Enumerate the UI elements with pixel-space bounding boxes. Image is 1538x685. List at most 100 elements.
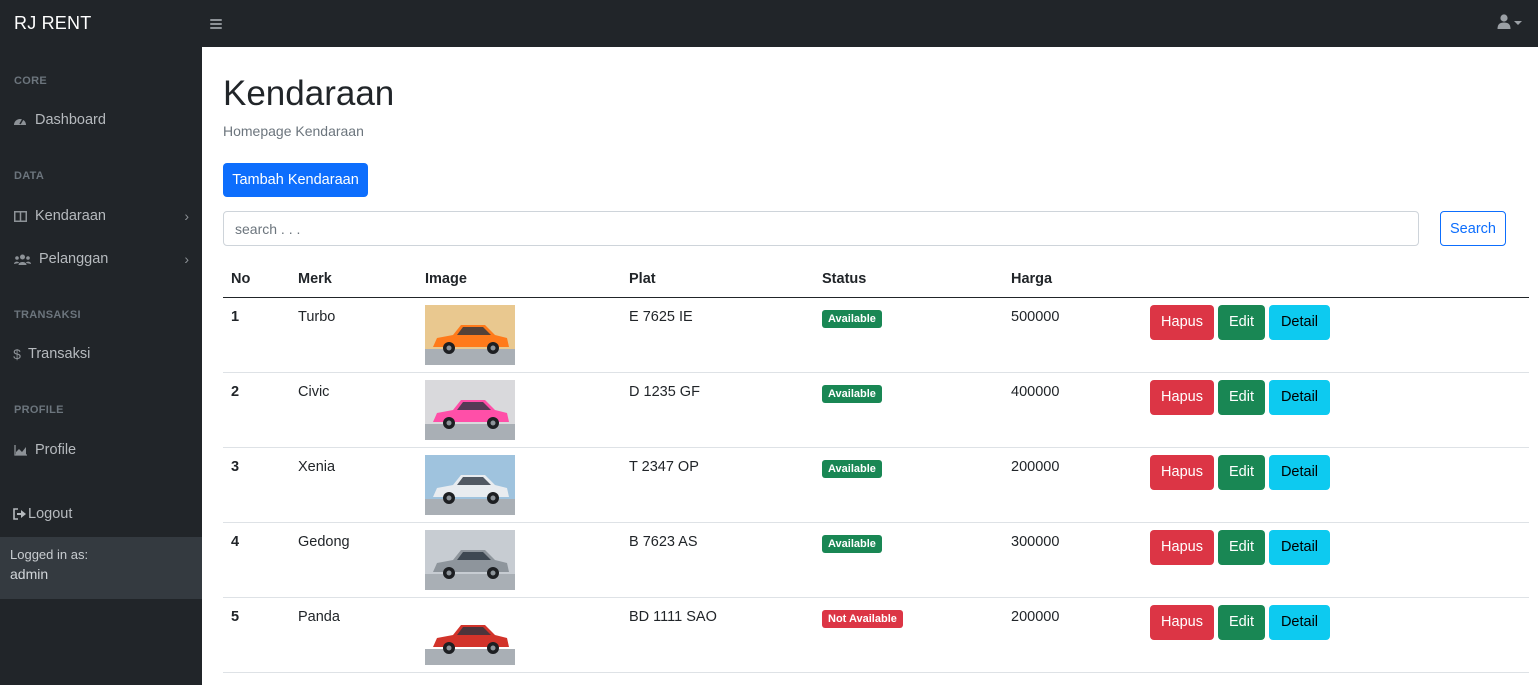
sidebar-item-dashboard[interactable]: Dashboard bbox=[13, 112, 189, 128]
column-header-actions bbox=[1115, 261, 1529, 298]
add-vehicle-button[interactable]: Tambah Kendaraan bbox=[223, 163, 368, 197]
vehicle-image[interactable] bbox=[425, 379, 515, 440]
cell-no: 1 bbox=[223, 297, 290, 373]
breadcrumb: Homepage Kendaraan bbox=[223, 123, 364, 139]
status-badge: Available bbox=[822, 459, 882, 478]
vehicle-image[interactable] bbox=[425, 604, 515, 665]
sidebar-toggle-icon[interactable] bbox=[210, 18, 222, 29]
delete-button[interactable]: Hapus bbox=[1150, 529, 1214, 565]
brand-title[interactable]: RJ RENT bbox=[0, 13, 202, 34]
cell-harga: 300000 bbox=[1003, 522, 1115, 598]
search-input[interactable] bbox=[223, 211, 1419, 246]
table-row: 4 Gedong B 7623 AS Available 300000 Hapu… bbox=[223, 522, 1529, 598]
vehicle-image[interactable] bbox=[425, 304, 515, 365]
cell-merk: Panda bbox=[290, 597, 417, 673]
cell-status: Available bbox=[814, 297, 1003, 373]
delete-button[interactable]: Hapus bbox=[1150, 604, 1214, 640]
cell-plat: D 1235 GF bbox=[621, 372, 814, 448]
table-row: 3 Xenia T 2347 OP Available 200000 Hapus… bbox=[223, 447, 1529, 523]
search-button[interactable]: Search bbox=[1440, 211, 1506, 246]
cell-actions: Hapus Edit Detail bbox=[1115, 597, 1529, 673]
vehicle-image[interactable] bbox=[425, 454, 515, 515]
delete-button[interactable]: Hapus bbox=[1150, 454, 1214, 490]
detail-button[interactable]: Detail bbox=[1269, 379, 1330, 415]
detail-button[interactable]: Detail bbox=[1269, 304, 1330, 340]
sidebar-item-label: Pelanggan bbox=[39, 251, 109, 267]
sidebar-item-label: Kendaraan bbox=[35, 208, 106, 224]
edit-button[interactable]: Edit bbox=[1218, 304, 1265, 340]
sidebar-heading-data: DATA bbox=[14, 170, 45, 182]
column-header-no: No bbox=[223, 261, 290, 298]
cell-harga: 200000 bbox=[1003, 447, 1115, 523]
logged-in-label: Logged in as: bbox=[10, 547, 89, 562]
cell-no: 5 bbox=[223, 597, 290, 673]
edit-button[interactable]: Edit bbox=[1218, 529, 1265, 565]
cell-merk: Turbo bbox=[290, 297, 417, 373]
sidebar-heading-profile: PROFILE bbox=[14, 404, 64, 416]
user-icon bbox=[1497, 14, 1511, 29]
cell-status: Available bbox=[814, 372, 1003, 448]
chevron-right-icon: › bbox=[184, 251, 189, 267]
sign-out-icon bbox=[13, 507, 27, 521]
tachometer-icon bbox=[13, 113, 27, 127]
vehicle-image[interactable] bbox=[425, 529, 515, 590]
column-header-image: Image bbox=[417, 261, 621, 298]
cell-harga: 200000 bbox=[1003, 597, 1115, 673]
cell-plat: T 2347 OP bbox=[621, 447, 814, 523]
sidebar-item-transaksi[interactable]: $ Transaksi bbox=[13, 346, 189, 362]
cell-plat: BD 1111 SAO bbox=[621, 597, 814, 673]
edit-button[interactable]: Edit bbox=[1218, 379, 1265, 415]
detail-button[interactable]: Detail bbox=[1269, 604, 1330, 640]
delete-button[interactable]: Hapus bbox=[1150, 304, 1214, 340]
cell-status: Available bbox=[814, 522, 1003, 598]
cell-actions: Hapus Edit Detail bbox=[1115, 447, 1529, 523]
cell-actions: Hapus Edit Detail bbox=[1115, 297, 1529, 373]
sidebar-item-kendaraan[interactable]: Kendaraan › bbox=[13, 208, 189, 224]
page-title: Kendaraan bbox=[223, 74, 395, 113]
vehicle-table: No Merk Image Plat Status Harga 1 Turbo … bbox=[223, 261, 1529, 673]
user-menu-button[interactable] bbox=[1497, 14, 1522, 29]
sidebar-heading-core: CORE bbox=[14, 75, 47, 87]
cell-harga: 500000 bbox=[1003, 297, 1115, 373]
column-header-plat: Plat bbox=[621, 261, 814, 298]
detail-button[interactable]: Detail bbox=[1269, 529, 1330, 565]
cell-image bbox=[417, 372, 621, 448]
status-badge: Available bbox=[822, 534, 882, 553]
sidebar-item-logout[interactable]: Logout bbox=[13, 506, 189, 522]
cell-image bbox=[417, 297, 621, 373]
cell-no: 4 bbox=[223, 522, 290, 598]
columns-icon bbox=[13, 209, 27, 223]
column-header-status: Status bbox=[814, 261, 1003, 298]
sidebar-heading-transaksi: TRANSAKSI bbox=[14, 309, 81, 321]
cell-merk: Gedong bbox=[290, 522, 417, 598]
cell-plat: B 7623 AS bbox=[621, 522, 814, 598]
cell-merk: Civic bbox=[290, 372, 417, 448]
caret-down-icon bbox=[1514, 20, 1522, 25]
status-badge: Available bbox=[822, 309, 882, 328]
cell-image bbox=[417, 447, 621, 523]
sidebar-item-label: Dashboard bbox=[35, 112, 106, 128]
cell-no: 2 bbox=[223, 372, 290, 448]
table-row: 2 Civic D 1235 GF Available 400000 Hapus… bbox=[223, 372, 1529, 448]
cell-no: 3 bbox=[223, 447, 290, 523]
cell-harga: 400000 bbox=[1003, 372, 1115, 448]
cell-actions: Hapus Edit Detail bbox=[1115, 522, 1529, 598]
cell-status: Available bbox=[814, 447, 1003, 523]
sidebar-item-pelanggan[interactable]: Pelanggan › bbox=[13, 251, 189, 267]
logged-in-user: admin bbox=[10, 566, 49, 582]
edit-button[interactable]: Edit bbox=[1218, 454, 1265, 490]
main-content: Kendaraan Homepage Kendaraan Tambah Kend… bbox=[202, 47, 1538, 685]
cell-plat: E 7625 IE bbox=[621, 297, 814, 373]
column-header-harga: Harga bbox=[1003, 261, 1115, 298]
users-icon bbox=[13, 252, 31, 266]
table-row: 1 Turbo E 7625 IE Available 500000 Hapus… bbox=[223, 297, 1529, 373]
detail-button[interactable]: Detail bbox=[1269, 454, 1330, 490]
chevron-right-icon: › bbox=[184, 208, 189, 224]
sidebar-item-profile[interactable]: Profile bbox=[13, 442, 189, 458]
cell-status: Not Available bbox=[814, 597, 1003, 673]
edit-button[interactable]: Edit bbox=[1218, 604, 1265, 640]
delete-button[interactable]: Hapus bbox=[1150, 379, 1214, 415]
column-header-merk: Merk bbox=[290, 261, 417, 298]
status-badge: Not Available bbox=[822, 609, 903, 628]
cell-image bbox=[417, 597, 621, 673]
